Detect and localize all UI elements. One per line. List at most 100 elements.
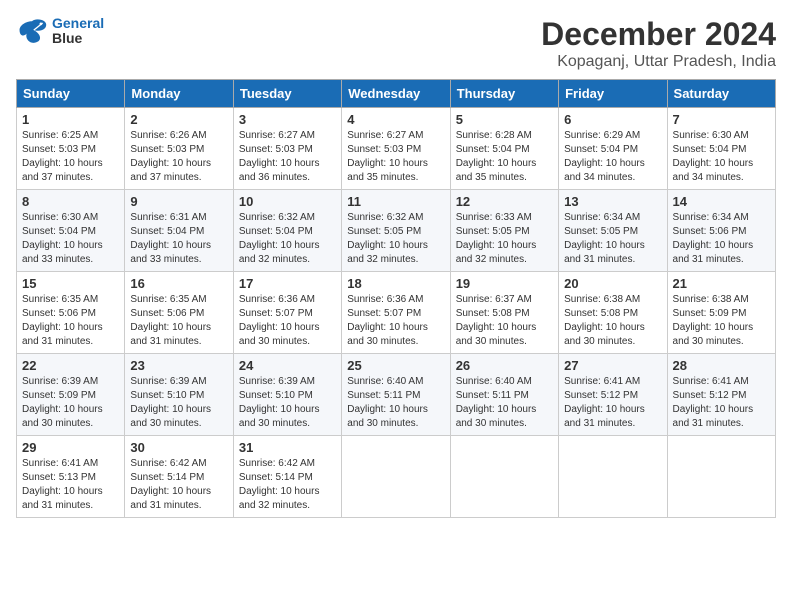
calendar-cell: 15 Sunrise: 6:35 AM Sunset: 5:06 PM Dayli… (17, 272, 125, 354)
logo-line1: General (52, 15, 104, 31)
calendar-cell: 30 Sunrise: 6:42 AM Sunset: 5:14 PM Dayli… (125, 436, 233, 518)
day-header-wednesday: Wednesday (342, 80, 450, 108)
day-number: 2 (130, 112, 227, 127)
day-info: Sunrise: 6:39 AM Sunset: 5:10 PM Dayligh… (239, 375, 336, 431)
logo: General Blue (16, 16, 104, 47)
calendar-cell (559, 436, 667, 518)
calendar-cell: 6Sunrise: 6:29 AM Sunset: 5:04 PM Daylig… (559, 108, 667, 190)
day-number: 10 (239, 194, 336, 209)
day-info: Sunrise: 6:38 AM Sunset: 5:08 PM Dayligh… (564, 293, 661, 349)
calendar-cell: 10 Sunrise: 6:32 AM Sunset: 5:04 PM Dayli… (233, 190, 341, 272)
calendar-cell: 28 Sunrise: 6:41 AM Sunset: 5:12 PM Dayli… (667, 354, 775, 436)
day-number: 1 (22, 112, 119, 127)
calendar-cell: 25 Sunrise: 6:40 AM Sunset: 5:11 PM Dayli… (342, 354, 450, 436)
calendar-cell: 4Sunrise: 6:27 AM Sunset: 5:03 PM Daylig… (342, 108, 450, 190)
calendar-cell: 22 Sunrise: 6:39 AM Sunset: 5:09 PM Dayli… (17, 354, 125, 436)
day-info: Sunrise: 6:36 AM Sunset: 5:07 PM Dayligh… (347, 293, 444, 349)
day-number: 23 (130, 358, 227, 373)
calendar-cell (450, 436, 558, 518)
calendar-cell: 29 Sunrise: 6:41 AM Sunset: 5:13 PM Dayli… (17, 436, 125, 518)
day-info: Sunrise: 6:41 AM Sunset: 5:13 PM Dayligh… (22, 457, 119, 513)
day-number: 30 (130, 440, 227, 455)
day-number: 20 (564, 276, 661, 291)
calendar-cell: 26Sunrise: 6:40 AM Sunset: 5:11 PM Dayli… (450, 354, 558, 436)
day-info: Sunrise: 6:32 AM Sunset: 5:04 PM Dayligh… (239, 211, 336, 267)
day-number: 18 (347, 276, 444, 291)
calendar-cell: 1Sunrise: 6:25 AM Sunset: 5:03 PM Daylig… (17, 108, 125, 190)
day-number: 17 (239, 276, 336, 291)
day-number: 15 (22, 276, 119, 291)
logo-line2: Blue (52, 31, 104, 46)
day-number: 19 (456, 276, 553, 291)
day-info: Sunrise: 6:39 AM Sunset: 5:09 PM Dayligh… (22, 375, 119, 431)
day-number: 31 (239, 440, 336, 455)
day-info: Sunrise: 6:33 AM Sunset: 5:05 PM Dayligh… (456, 211, 553, 267)
calendar-week-3: 22 Sunrise: 6:39 AM Sunset: 5:09 PM Dayli… (17, 354, 776, 436)
day-info: Sunrise: 6:34 AM Sunset: 5:05 PM Dayligh… (564, 211, 661, 267)
day-info: Sunrise: 6:36 AM Sunset: 5:07 PM Dayligh… (239, 293, 336, 349)
day-number: 14 (673, 194, 770, 209)
day-info: Sunrise: 6:35 AM Sunset: 5:06 PM Dayligh… (130, 293, 227, 349)
calendar-cell: 9Sunrise: 6:31 AM Sunset: 5:04 PM Daylig… (125, 190, 233, 272)
calendar-week-0: 1Sunrise: 6:25 AM Sunset: 5:03 PM Daylig… (17, 108, 776, 190)
day-number: 29 (22, 440, 119, 455)
page-header: General Blue December 2024 Kopaganj, Utt… (16, 16, 776, 71)
calendar-cell: 17 Sunrise: 6:36 AM Sunset: 5:07 PM Dayli… (233, 272, 341, 354)
calendar-cell: 11 Sunrise: 6:32 AM Sunset: 5:05 PM Dayli… (342, 190, 450, 272)
calendar-cell: 12 Sunrise: 6:33 AM Sunset: 5:05 PM Dayli… (450, 190, 558, 272)
day-info: Sunrise: 6:42 AM Sunset: 5:14 PM Dayligh… (239, 457, 336, 513)
day-number: 16 (130, 276, 227, 291)
day-info: Sunrise: 6:32 AM Sunset: 5:05 PM Dayligh… (347, 211, 444, 267)
calendar-cell: 27Sunrise: 6:41 AM Sunset: 5:12 PM Dayli… (559, 354, 667, 436)
calendar-table: SundayMondayTuesdayWednesdayThursdayFrid… (16, 79, 776, 518)
day-number: 11 (347, 194, 444, 209)
logo-text: General Blue (52, 16, 104, 47)
day-number: 26 (456, 358, 553, 373)
day-info: Sunrise: 6:26 AM Sunset: 5:03 PM Dayligh… (130, 129, 227, 185)
day-info: Sunrise: 6:35 AM Sunset: 5:06 PM Dayligh… (22, 293, 119, 349)
calendar-cell: 5 Sunrise: 6:28 AM Sunset: 5:04 PM Daylig… (450, 108, 558, 190)
calendar-cell (667, 436, 775, 518)
title-block: December 2024 Kopaganj, Uttar Pradesh, I… (541, 16, 776, 71)
calendar-week-4: 29 Sunrise: 6:41 AM Sunset: 5:13 PM Dayli… (17, 436, 776, 518)
day-number: 3 (239, 112, 336, 127)
day-info: Sunrise: 6:41 AM Sunset: 5:12 PM Dayligh… (673, 375, 770, 431)
day-number: 6 (564, 112, 661, 127)
day-number: 24 (239, 358, 336, 373)
day-number: 25 (347, 358, 444, 373)
day-header-monday: Monday (125, 80, 233, 108)
calendar-cell: 20 Sunrise: 6:38 AM Sunset: 5:08 PM Dayli… (559, 272, 667, 354)
calendar-cell: 7 Sunrise: 6:30 AM Sunset: 5:04 PM Daylig… (667, 108, 775, 190)
day-info: Sunrise: 6:37 AM Sunset: 5:08 PM Dayligh… (456, 293, 553, 349)
day-number: 22 (22, 358, 119, 373)
day-info: Sunrise: 6:39 AM Sunset: 5:10 PM Dayligh… (130, 375, 227, 431)
day-info: Sunrise: 6:38 AM Sunset: 5:09 PM Dayligh… (673, 293, 770, 349)
day-number: 7 (673, 112, 770, 127)
calendar-header-row: SundayMondayTuesdayWednesdayThursdayFrid… (17, 80, 776, 108)
day-number: 21 (673, 276, 770, 291)
day-info: Sunrise: 6:40 AM Sunset: 5:11 PM Dayligh… (347, 375, 444, 431)
calendar-cell: 18 Sunrise: 6:36 AM Sunset: 5:07 PM Dayli… (342, 272, 450, 354)
calendar-cell: 21 Sunrise: 6:38 AM Sunset: 5:09 PM Dayli… (667, 272, 775, 354)
day-info: Sunrise: 6:30 AM Sunset: 5:04 PM Dayligh… (22, 211, 119, 267)
day-info: Sunrise: 6:42 AM Sunset: 5:14 PM Dayligh… (130, 457, 227, 513)
day-info: Sunrise: 6:27 AM Sunset: 5:03 PM Dayligh… (239, 129, 336, 185)
day-info: Sunrise: 6:30 AM Sunset: 5:04 PM Dayligh… (673, 129, 770, 185)
calendar-cell: 14Sunrise: 6:34 AM Sunset: 5:06 PM Dayli… (667, 190, 775, 272)
calendar-cell: 23 Sunrise: 6:39 AM Sunset: 5:10 PM Dayli… (125, 354, 233, 436)
day-number: 4 (347, 112, 444, 127)
calendar-cell: 8 Sunrise: 6:30 AM Sunset: 5:04 PM Daylig… (17, 190, 125, 272)
day-header-saturday: Saturday (667, 80, 775, 108)
calendar-cell: 3 Sunrise: 6:27 AM Sunset: 5:03 PM Daylig… (233, 108, 341, 190)
day-info: Sunrise: 6:41 AM Sunset: 5:12 PM Dayligh… (564, 375, 661, 431)
day-header-tuesday: Tuesday (233, 80, 341, 108)
day-info: Sunrise: 6:28 AM Sunset: 5:04 PM Dayligh… (456, 129, 553, 185)
day-number: 8 (22, 194, 119, 209)
day-header-sunday: Sunday (17, 80, 125, 108)
logo-icon (16, 17, 48, 45)
calendar-cell: 19 Sunrise: 6:37 AM Sunset: 5:08 PM Dayli… (450, 272, 558, 354)
calendar-week-2: 15 Sunrise: 6:35 AM Sunset: 5:06 PM Dayli… (17, 272, 776, 354)
day-number: 5 (456, 112, 553, 127)
day-number: 28 (673, 358, 770, 373)
day-number: 12 (456, 194, 553, 209)
